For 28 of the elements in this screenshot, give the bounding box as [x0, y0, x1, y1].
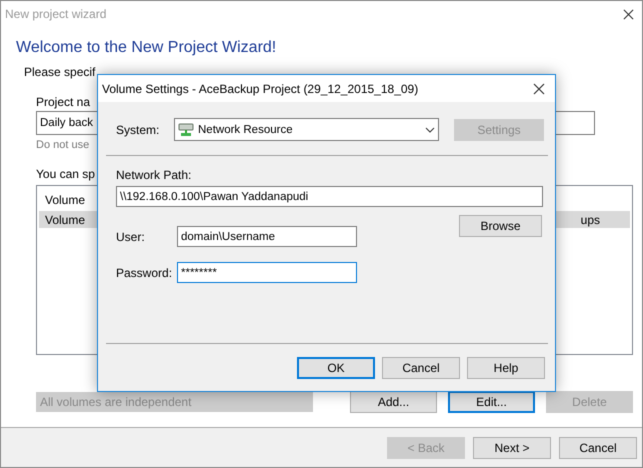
browse-button[interactable]: Browse	[459, 215, 542, 237]
intro-text: Please specif	[24, 65, 96, 79]
system-dropdown[interactable]: Network Resource	[174, 118, 439, 141]
dialog-title: Volume Settings - AceBackup Project (29_12_2015_18_09)	[102, 82, 418, 96]
password-label: Password:	[116, 266, 174, 280]
user-label: User:	[116, 230, 146, 244]
volumes-label: You can sp	[36, 167, 95, 181]
cancel-button[interactable]: Cancel	[382, 357, 460, 379]
hint-text: Do not use	[36, 139, 90, 151]
cancel-button[interactable]: Cancel	[559, 436, 637, 458]
user-field[interactable]: domain\Username	[177, 226, 357, 247]
network-path-label: Network Path:	[116, 168, 192, 182]
edit-button[interactable]: Edit...	[448, 391, 535, 413]
window-title: New project wizard	[5, 7, 106, 21]
chevron-down-icon	[425, 126, 435, 132]
password-field[interactable]: ********	[177, 262, 357, 283]
wizard-heading: Welcome to the New Project Wizard!	[16, 39, 278, 57]
network-drive-icon	[178, 122, 194, 136]
close-icon[interactable]	[623, 8, 634, 20]
add-button[interactable]: Add...	[350, 391, 437, 413]
network-path-field[interactable]: \\192.168.0.100\Pawan Yaddanapudi	[116, 186, 543, 207]
project-name-label: Project na	[36, 95, 90, 109]
next-button[interactable]: Next >	[473, 436, 551, 458]
close-icon[interactable]	[533, 82, 545, 94]
system-label: System:	[116, 122, 160, 136]
column-header: Volume	[45, 193, 86, 207]
help-button[interactable]: Help	[467, 357, 545, 379]
ok-button[interactable]: OK	[297, 357, 375, 379]
